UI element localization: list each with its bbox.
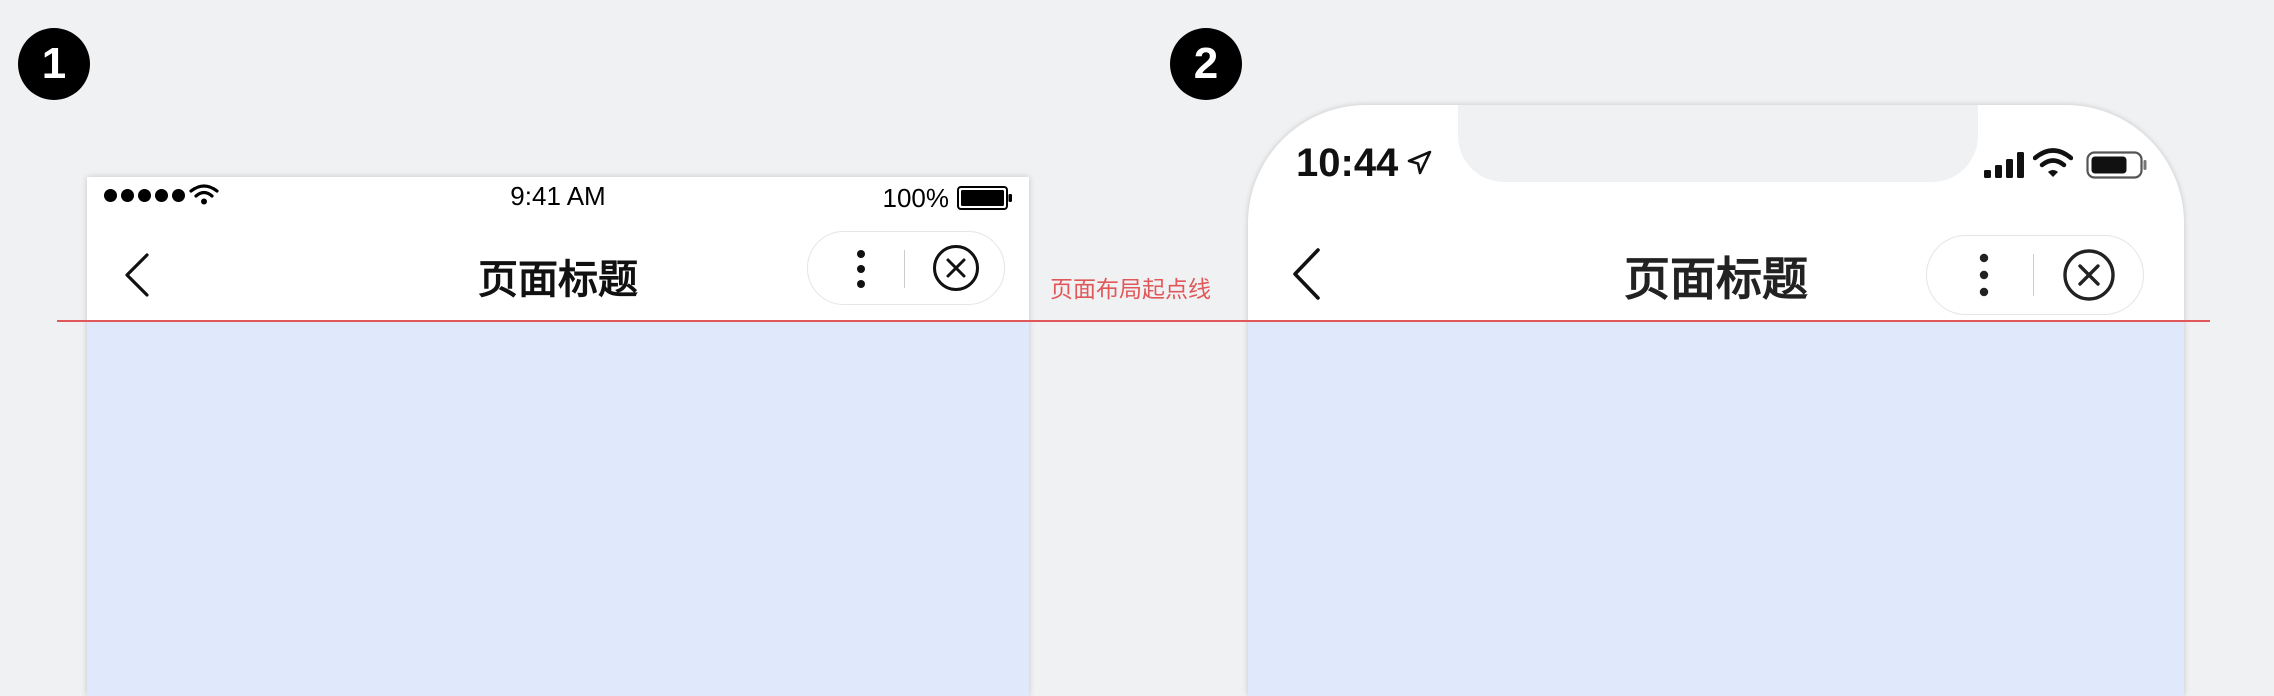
battery-icon bbox=[2086, 151, 2147, 179]
wifi-icon bbox=[2033, 148, 2073, 177]
notch bbox=[1458, 105, 1978, 182]
nav-bar: 页面标题 bbox=[1248, 221, 2184, 321]
more-icon[interactable] bbox=[1977, 253, 1991, 297]
battery-icon bbox=[957, 186, 1012, 210]
step-badge-1: 1 bbox=[18, 28, 90, 100]
capsule-menu bbox=[1926, 235, 2144, 315]
status-bar: 9:41 AM 100% bbox=[87, 177, 1029, 217]
page-content-area bbox=[87, 320, 1029, 696]
status-time: 10:44 bbox=[1296, 141, 1399, 185]
battery-percent: 100% bbox=[882, 183, 950, 213]
more-icon[interactable] bbox=[854, 249, 868, 289]
phone-mockup-classic: 9:41 AM 100% 页面标题 bbox=[87, 177, 1029, 696]
layout-start-line bbox=[57, 320, 2210, 322]
capsule-divider bbox=[2033, 254, 2034, 296]
signal-bars-icon bbox=[1984, 152, 2024, 178]
step-badge-2: 2 bbox=[1170, 28, 1242, 100]
capsule-menu bbox=[807, 231, 1005, 305]
close-icon[interactable] bbox=[932, 244, 980, 292]
location-arrow-icon bbox=[1407, 150, 1432, 175]
nav-bar: 页面标题 bbox=[87, 217, 1029, 320]
capsule-divider bbox=[904, 250, 905, 288]
phone-mockup-notch: 10:44 页面标题 bbox=[1248, 105, 2184, 696]
page-content-area bbox=[1248, 321, 2184, 696]
layout-start-line-label: 页面布局起点线 bbox=[1050, 277, 1211, 303]
close-icon[interactable] bbox=[2062, 248, 2116, 302]
